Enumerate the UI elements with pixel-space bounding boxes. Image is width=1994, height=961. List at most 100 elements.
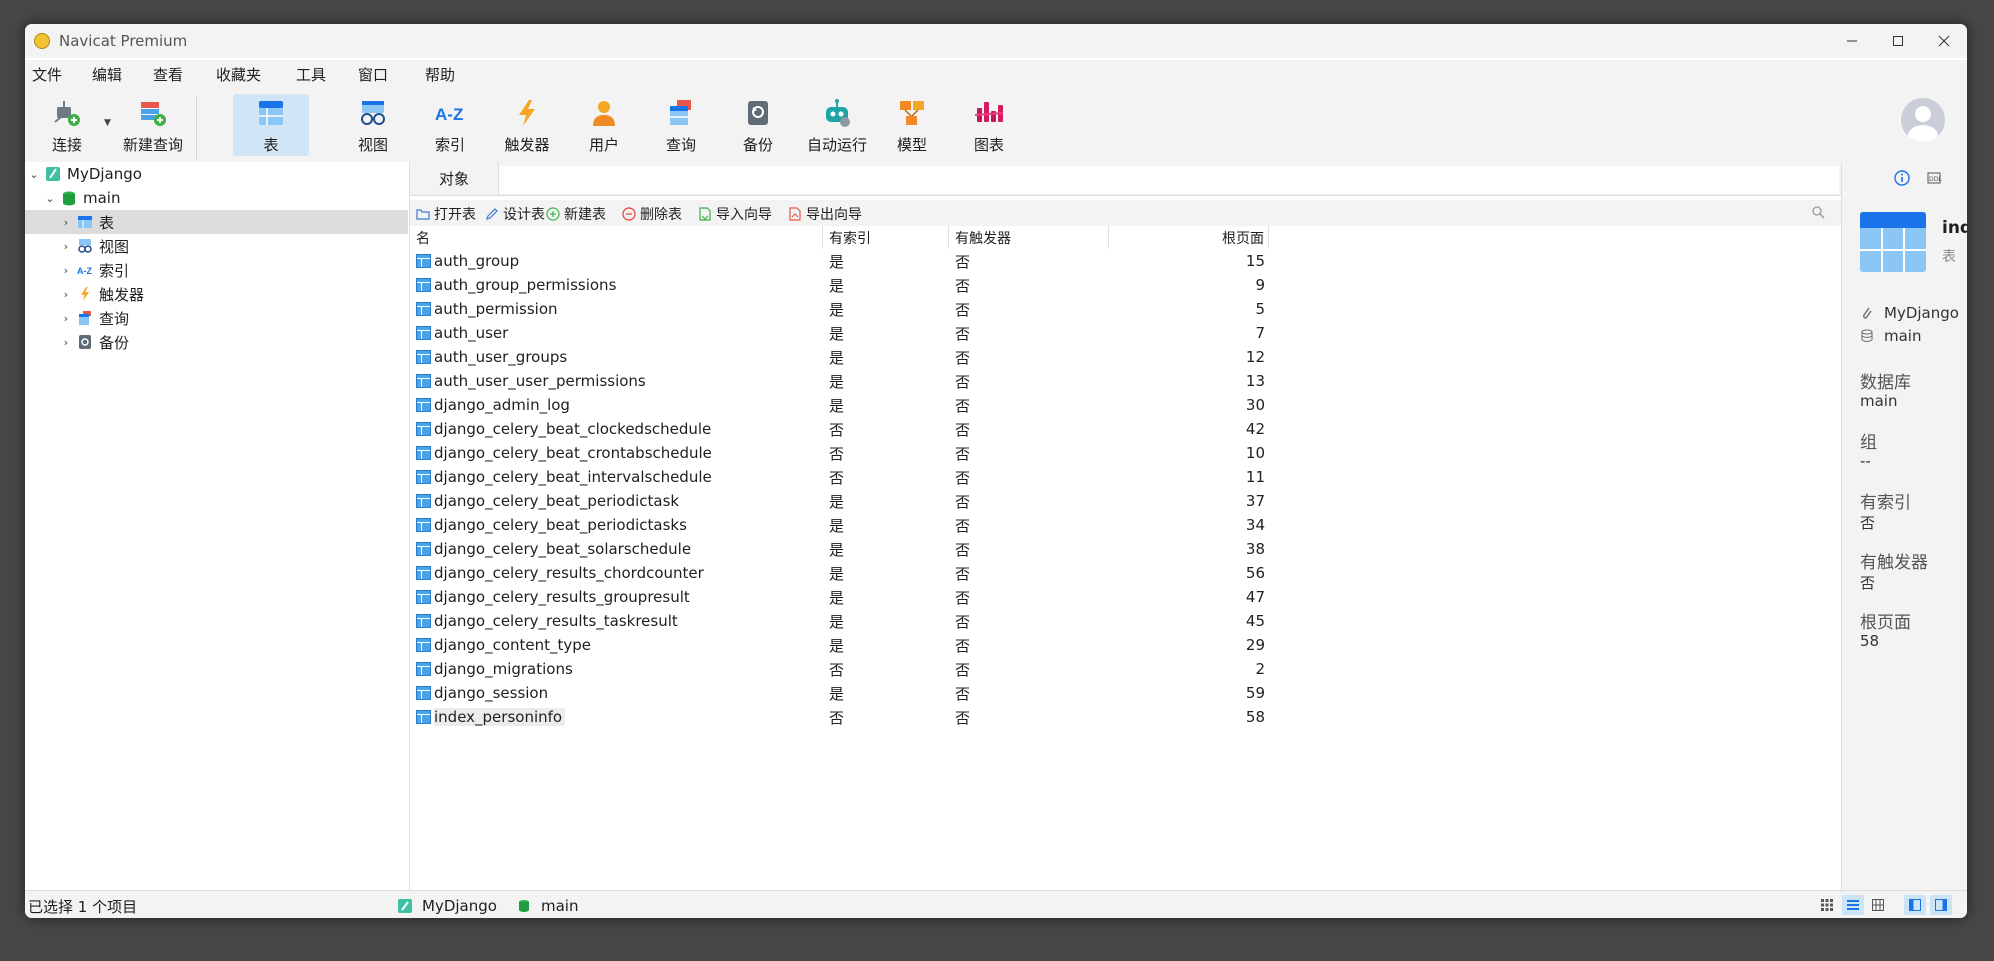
chevron-down-icon[interactable]: ⌄ [43,192,57,205]
chevron-right-icon[interactable]: › [59,240,73,253]
toggle-left-panel-button[interactable] [1904,895,1926,915]
cell-name[interactable]: django_migrations [410,657,573,681]
cell-name[interactable]: django_celery_beat_periodictask [410,489,679,513]
cell-name[interactable]: auth_permission [410,297,558,321]
menu-view[interactable]: 查看 [153,64,183,85]
toolbar-view-button[interactable]: 视图 [340,94,406,156]
table-row[interactable]: django_admin_log 是 否 30 [410,393,1290,417]
cell-name[interactable]: django_celery_beat_solarschedule [410,537,691,561]
cell-name[interactable]: django_session [410,681,548,705]
export-wizard-button[interactable]: 导出向导 [788,204,862,224]
chevron-right-icon[interactable]: › [59,312,73,325]
table-row[interactable]: django_celery_beat_crontabschedule 否 否 10 [410,441,1290,465]
tree-item-tables[interactable]: › 表 [25,210,408,234]
cell-name[interactable]: django_celery_beat_clockedschedule [410,417,711,441]
tree-item-views[interactable]: › 视图 [25,234,408,258]
cell-name[interactable]: auth_user_groups [410,345,567,369]
column-header-name[interactable]: 名 [410,226,823,249]
table-row[interactable]: django_migrations 否 否 2 [410,657,1290,681]
menu-window[interactable]: 窗口 [358,64,388,85]
toolbar-trigger-button[interactable]: 触发器 [494,94,560,156]
menu-tools[interactable]: 工具 [296,64,326,85]
menu-favorites[interactable]: 收藏夹 [216,64,261,85]
tree-database[interactable]: ⌄ main [25,186,408,210]
table-row[interactable]: django_celery_beat_periodictasks 是 否 34 [410,513,1290,537]
cell-name[interactable]: auth_group [410,249,519,273]
connect-dropdown-icon[interactable]: ▼ [104,118,111,128]
cell-name[interactable]: auth_user [410,321,508,345]
toolbar-automation-button[interactable]: 自动运行 [802,94,872,156]
menu-file[interactable]: 文件 [32,64,62,85]
cell-has-index: 是 [829,564,845,583]
table-row[interactable]: auth_group 是 否 15 [410,249,1290,273]
detail-view-button[interactable] [1842,895,1864,915]
chevron-right-icon[interactable]: › [59,264,73,277]
table-row[interactable]: django_celery_results_groupresult 是 否 47 [410,585,1290,609]
table-row[interactable]: auth_user 是 否 7 [410,321,1290,345]
tree-item-queries[interactable]: › 查询 [25,306,408,330]
tree-item-indexes[interactable]: › A-Z 索引 [25,258,408,282]
table-row[interactable]: django_celery_beat_periodictask 是 否 37 [410,489,1290,513]
table-row[interactable]: auth_group_permissions 是 否 9 [410,273,1290,297]
toolbar-model-button[interactable]: 模型 [879,94,945,156]
maximize-button[interactable] [1875,24,1921,58]
column-header-root-page[interactable]: 根页面 [1109,226,1269,249]
table-row[interactable]: index_personinfo 否 否 58 [410,705,1290,729]
connect-button[interactable]: 连接 [34,94,100,156]
cell-name[interactable]: django_celery_beat_intervalschedule [410,465,712,489]
cell-name[interactable]: django_celery_results_groupresult [410,585,690,609]
close-button[interactable] [1921,24,1967,58]
column-header-has-index[interactable]: 有索引 [823,226,949,249]
import-wizard-button[interactable]: 导入向导 [698,204,772,224]
er-view-button[interactable] [1868,895,1888,915]
column-header-has-trigger[interactable]: 有触发器 [949,226,1109,249]
new-table-button[interactable]: 新建表 [546,204,606,224]
cell-name[interactable]: django_celery_results_taskresult [410,609,678,633]
menu-help[interactable]: 帮助 [425,64,455,85]
toolbar-index-button[interactable]: A-Z 索引 [417,94,483,156]
table-row[interactable]: django_content_type 是 否 29 [410,633,1290,657]
minimize-button[interactable] [1829,24,1875,58]
toolbar-chart-button[interactable]: 图表 [956,94,1022,156]
chevron-down-icon[interactable]: ⌄ [27,168,41,181]
table-row[interactable]: auth_user_groups 是 否 12 [410,345,1290,369]
chevron-right-icon[interactable]: › [59,336,73,349]
cell-name[interactable]: index_personinfo [410,705,566,729]
cell-name[interactable]: django_celery_beat_crontabschedule [410,441,712,465]
table-row[interactable]: django_celery_results_chordcounter 是 否 56 [410,561,1290,585]
toolbar-user-button[interactable]: 用户 [571,94,637,156]
cell-name[interactable]: django_celery_results_chordcounter [410,561,704,585]
cell-name[interactable]: django_admin_log [410,393,570,417]
table-row[interactable]: auth_permission 是 否 5 [410,297,1290,321]
table-row[interactable]: django_celery_beat_solarschedule 是 否 38 [410,537,1290,561]
table-row[interactable]: django_celery_results_taskresult 是 否 45 [410,609,1290,633]
design-table-button[interactable]: 设计表 [485,204,545,224]
table-row[interactable]: django_celery_beat_intervalschedule 否 否 11 [410,465,1290,489]
tree-connection[interactable]: ⌄ MyDjango [25,162,408,186]
info-tab-icon[interactable] [1894,170,1910,190]
user-avatar[interactable] [1901,98,1945,142]
delete-table-button[interactable]: 删除表 [622,204,682,224]
open-table-button[interactable]: 打开表 [416,204,476,224]
cell-name[interactable]: django_content_type [410,633,591,657]
toolbar-query-button[interactable]: 查询 [648,94,714,156]
table-row[interactable]: auth_user_user_permissions 是 否 13 [410,369,1290,393]
toggle-right-panel-button[interactable] [1930,895,1952,915]
toolbar-backup-button[interactable]: 备份 [725,94,791,156]
ddl-tab-icon[interactable]: DDL [1926,170,1942,190]
cell-name[interactable]: django_celery_beat_periodictasks [410,513,687,537]
menu-edit[interactable]: 编辑 [92,64,122,85]
list-view-button[interactable] [1817,895,1837,915]
search-icon[interactable] [1811,205,1825,219]
new-query-button[interactable]: 新建查询 [119,94,187,156]
table-row[interactable]: django_celery_beat_clockedschedule 否 否 42 [410,417,1290,441]
cell-name[interactable]: auth_user_user_permissions [410,369,646,393]
tab-objects[interactable]: 对象 [410,162,499,195]
tree-item-triggers[interactable]: › 触发器 [25,282,408,306]
chevron-right-icon[interactable]: › [59,288,73,301]
chevron-right-icon[interactable]: › [59,216,73,229]
toolbar-table-button[interactable]: 表 [233,94,309,156]
tree-item-backups[interactable]: › 备份 [25,330,408,354]
cell-name[interactable]: auth_group_permissions [410,273,616,297]
table-row[interactable]: django_session 是 否 59 [410,681,1290,705]
